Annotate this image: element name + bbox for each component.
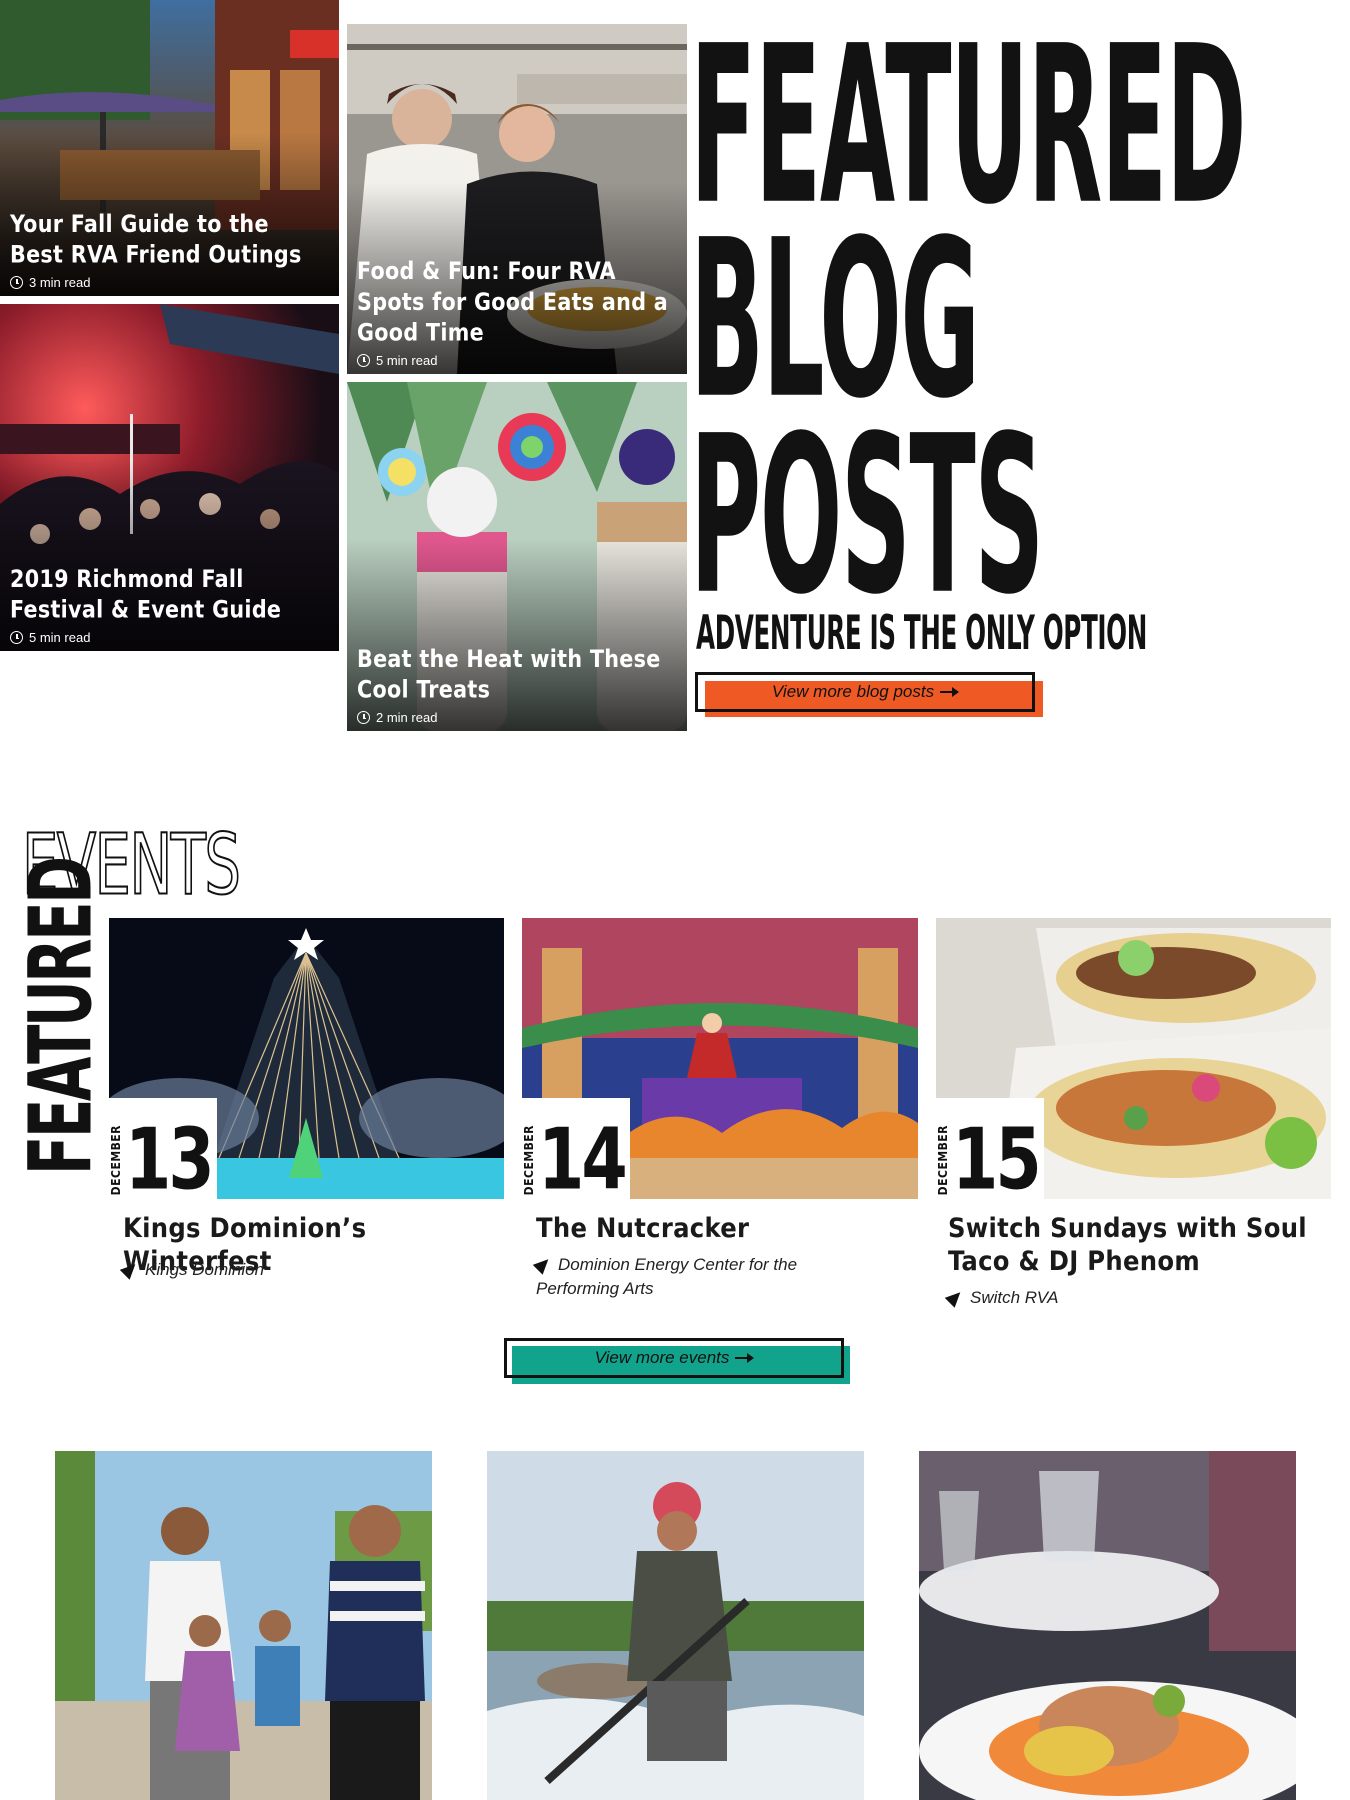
location-arrow-icon [944,1287,966,1308]
blog-heading-line-3: POSTS [690,390,1044,643]
blog-post-title[interactable]: Food & Fun: Four RVA Spots for Good Eats… [357,257,677,349]
clock-icon [10,276,23,289]
blog-post-title[interactable]: Beat the Heat with These Cool Treats [357,645,677,706]
event-day: 13 [125,1110,215,1210]
clock-icon [357,711,370,724]
view-more-blog-posts-button-wrap: View more blog posts [695,672,1043,720]
blog-post-card[interactable]: 2019 Richmond Fall Festival & Event Guid… [0,304,339,651]
promo-image-paddleboard[interactable] [487,1451,864,1800]
promo-image-family[interactable] [55,1451,432,1800]
event-location: Dominion Energy Center for the Performin… [532,1253,866,1301]
event-month: DECEMBER [522,1124,536,1195]
view-more-blog-posts-button[interactable]: View more blog posts [695,672,1035,712]
read-time: 2 min read [376,710,438,725]
blog-post-title[interactable]: 2019 Richmond Fall Festival & Event Guid… [10,565,329,626]
blog-post-card[interactable]: Your Fall Guide to the Best RVA Friend O… [0,0,339,296]
read-time: 3 min read [29,275,91,290]
blog-post-card[interactable]: Food & Fun: Four RVA Spots for Good Eats… [347,24,687,374]
clock-icon [10,631,23,644]
location-arrow-icon [119,1259,141,1280]
blog-post-card[interactable]: Beat the Heat with These Cool Treats 2 m… [347,382,687,731]
event-location: Kings Dominion [119,1258,503,1282]
event-month: DECEMBER [936,1124,950,1195]
event-title[interactable]: Switch Sundays with Soul Taco & DJ Pheno… [948,1212,1308,1278]
event-date: DECEMBER 13 [109,1098,217,1210]
view-more-events-button-wrap: View more events [504,1338,850,1386]
event-date: DECEMBER 15 [936,1098,1044,1210]
event-location: Switch RVA [944,1286,1308,1310]
promo-image-dining[interactable] [919,1451,1296,1800]
event-day: 14 [538,1110,628,1210]
location-arrow-icon [532,1254,554,1275]
events-heading-vertical: FEATURED [10,858,111,1175]
event-date: DECEMBER 14 [522,1098,630,1210]
view-more-events-button[interactable]: View more events [504,1338,844,1378]
arrow-right-icon [735,1353,755,1363]
event-title[interactable]: The Nutcracker [536,1212,916,1245]
blog-tagline: ADVENTURE IS THE ONLY OPTION [696,605,1147,661]
blog-post-title[interactable]: Your Fall Guide to the Best RVA Friend O… [10,210,329,271]
read-time: 5 min read [29,630,91,645]
event-day: 15 [952,1110,1042,1210]
arrow-right-icon [940,687,960,697]
clock-icon [357,354,370,367]
read-time: 5 min read [376,353,438,368]
event-month: DECEMBER [109,1124,123,1195]
